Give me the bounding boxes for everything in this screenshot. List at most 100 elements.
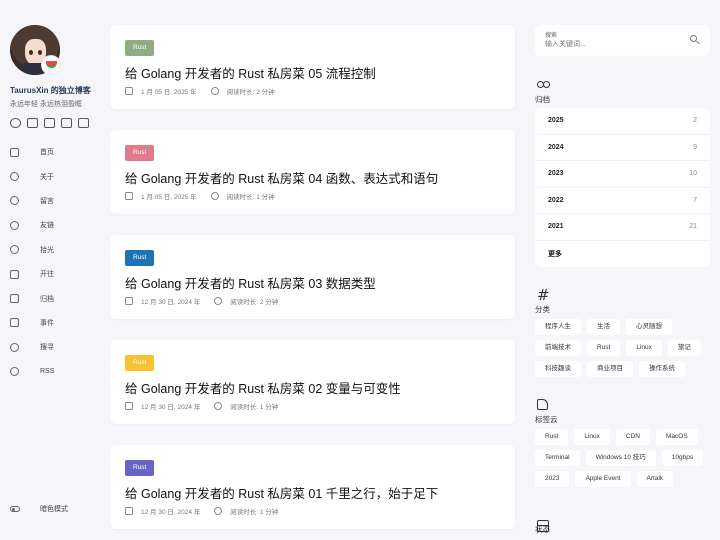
post-tag[interactable]: Rust [125,355,155,371]
archive-row[interactable]: 2021 21 [535,214,710,241]
post-reading-time: 阅读时长: 2 分钟 [226,89,275,96]
post-card[interactable]: Rust 给 Golang 开发者的 Rust 私房菜 04 函数、表达式和语句… [110,130,515,214]
post-title[interactable]: 给 Golang 开发者的 Rust 私房菜 05 流程控制 [125,63,376,82]
calendar-icon [125,87,133,95]
search-box: 搜索 [535,25,710,56]
archive-heading: 归档 [535,95,550,104]
category-chip[interactable]: 前端技术 [535,340,581,356]
right-sidebar: 搜索 归档 20252 20249 202310 20227 202121 更多… [535,25,710,534]
archive-list: 2025 2 2024 9 2023 10 2022 7 2021 21 更多 [535,108,710,267]
sidebar-item-home[interactable]: 首页 [10,140,100,164]
category-chip[interactable]: 科技趣谈 [535,361,581,377]
dark-mode-toggle[interactable]: 暗色模式 [10,504,68,514]
left-sidebar: TaurusXin 的独立博客 永远年轻 永远热泪盈眶 首页 关于 留言 友链 … [0,0,100,540]
github-icon[interactable] [10,118,21,128]
category-chip[interactable]: 旅记 [667,340,701,356]
message-icon [10,196,19,206]
post-card[interactable]: Rust 给 Golang 开发者的 Rust 私房菜 01 千里之行，始于足下… [110,445,515,529]
post-meta: 1 月 05 日, 2025 年 阅读时长: 2 分钟 [125,86,275,96]
sidebar-item-friends[interactable]: 友链 [10,213,100,237]
hash-icon: # [537,286,550,304]
tag-chip[interactable]: Linux [574,429,610,445]
music-icon[interactable] [44,118,55,128]
search-icon[interactable] [690,35,700,45]
archive-row[interactable]: 2023 10 [535,161,710,188]
calendar-icon [125,297,133,305]
archive-row[interactable]: 2025 2 [535,108,710,135]
post-card[interactable]: Rust 给 Golang 开发者的 Rust 私房菜 05 流程控制 1 月 … [110,25,515,109]
tag-chip[interactable]: Artalk [636,471,674,487]
archive-row[interactable]: 2022 7 [535,188,710,214]
post-tag[interactable]: Rust [125,250,155,266]
post-date: 12 月 30 日, 2024 年 [141,299,201,306]
calendar-icon [125,402,133,410]
archive-icon [10,294,19,304]
category-chip[interactable]: 商业项目 [587,361,633,377]
tag-icon [537,399,548,410]
post-tag[interactable]: Rust [125,40,155,56]
search-label: 搜索 [545,33,558,39]
category-chip[interactable]: 操作系统 [639,361,685,377]
sidebar-item-photos[interactable]: 拾光 [10,238,100,262]
tag-chip[interactable]: Terminal [535,450,580,466]
post-meta: 1 月 05 日, 2025 年 阅读时长: 1 分钟 [125,191,275,201]
site-subtitle: 永远年轻 永远热泪盈眶 [10,101,82,108]
sidebar-item-search[interactable]: 搜寻 [10,335,100,359]
post-title[interactable]: 给 Golang 开发者的 Rust 私房菜 04 函数、表达式和语句 [125,168,438,187]
heart-icon [10,220,19,230]
post-reading-time: 阅读时长: 1 分钟 [230,509,279,516]
bilibili-icon[interactable] [27,118,38,128]
clock-icon [214,507,223,515]
archive-more-link[interactable]: 更多 [535,241,710,268]
post-card[interactable]: Rust 给 Golang 开发者的 Rust 私房菜 02 变量与可变性 12… [110,340,515,424]
calendar-icon [125,192,133,200]
clock-icon [214,297,223,305]
category-chip[interactable]: 生活 [587,319,620,335]
infinity-icon [537,81,551,89]
sidebar-item-archive[interactable]: 归档 [10,286,100,310]
tag-chip[interactable]: MacOS [656,429,698,445]
post-reading-time: 阅读时长: 2 分钟 [230,299,279,306]
tag-chip[interactable]: CDN [615,429,651,445]
site-title[interactable]: TaurusXin 的独立博客 [10,85,91,96]
post-tag[interactable]: Rust [125,145,155,161]
toggle-icon [10,506,20,512]
clock-icon [210,192,219,200]
search-input[interactable] [545,39,675,50]
sidebar-item-about[interactable]: 关于 [10,164,100,188]
sidebar-item-events[interactable]: 事件 [10,311,100,335]
tag-cloud: Rust Linux CDN MacOS Terminal Windows 10… [535,429,713,487]
clock-icon [214,402,223,410]
category-chip[interactable]: 程序人生 [535,319,581,335]
category-chip[interactable]: 心灵随想 [626,319,672,335]
email-icon[interactable] [61,118,72,128]
post-title[interactable]: 给 Golang 开发者的 Rust 私房菜 01 千里之行，始于足下 [125,483,438,502]
post-title[interactable]: 给 Golang 开发者的 Rust 私房菜 03 数据类型 [125,273,376,292]
tag-chip[interactable]: Windows 10 技巧 [585,450,656,466]
category-chip[interactable]: Linux [626,340,662,356]
camera-icon [10,245,19,255]
categories-heading: 分类 [535,305,550,314]
clock-icon [210,87,219,95]
archive-row[interactable]: 2024 9 [535,135,710,161]
category-list: 程序人生 生活 心灵随想 前端技术 Rust Linux 旅记 科技趣谈 商业项… [535,319,713,377]
search-icon [10,342,19,352]
home-icon [10,147,19,157]
post-card[interactable]: Rust 给 Golang 开发者的 Rust 私房菜 03 数据类型 12 月… [110,235,515,319]
calendar-icon [10,318,19,328]
tag-chip[interactable]: 10gbps [661,450,704,466]
sidebar-item-travelling[interactable]: 开往 [10,262,100,286]
tag-chip[interactable]: Apple Event [575,471,631,487]
sidebar-item-rss[interactable]: RSS [10,360,100,384]
post-meta: 12 月 30 日, 2024 年 阅读时长: 1 分钟 [125,506,278,516]
sidebar-item-guestbook[interactable]: 留言 [10,189,100,213]
post-title[interactable]: 给 Golang 开发者的 Rust 私房菜 02 变量与可变性 [125,378,401,397]
tag-chip[interactable]: Rust [535,429,569,445]
tag-chip[interactable]: 2023 [535,471,570,487]
social-links [10,118,89,128]
category-chip[interactable]: Rust [587,340,621,356]
post-date: 1 月 05 日, 2025 年 [141,89,197,96]
post-tag[interactable]: Rust [125,460,155,476]
post-reading-time: 阅读时长: 1 分钟 [226,194,275,201]
train-icon[interactable] [78,118,89,128]
